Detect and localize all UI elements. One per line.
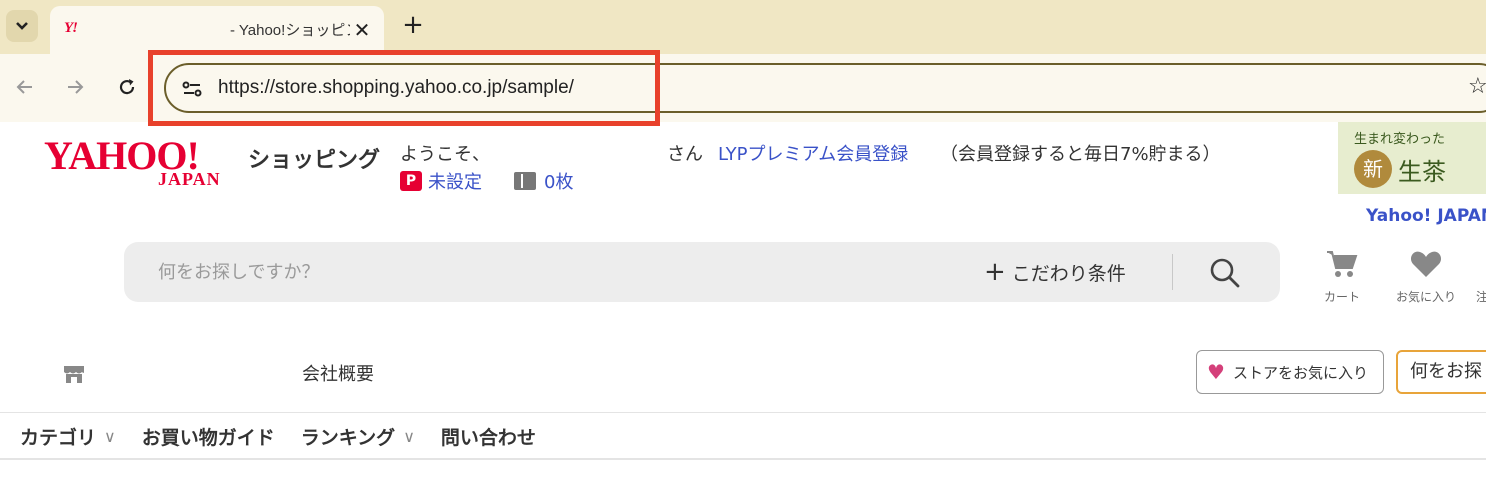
ad-badge: 新 — [1354, 150, 1392, 188]
new-tab-button[interactable]: + — [398, 10, 428, 40]
back-button[interactable] — [10, 72, 40, 102]
reload-button[interactable] — [112, 72, 142, 102]
chevron-down-icon: ∨ — [104, 426, 116, 446]
favorite-store-button[interactable]: ♥ ストアをお気に入り — [1196, 350, 1384, 394]
welcome-text: ようこそ、 — [400, 144, 490, 165]
search-input[interactable] — [158, 258, 918, 286]
favorites-button[interactable]: お気に入り — [1386, 248, 1466, 305]
divider — [0, 412, 1486, 413]
coupon-label[interactable]: 0枚 — [544, 168, 573, 194]
address-bar[interactable]: https://store.shopping.yahoo.co.jp/sampl… — [164, 63, 1486, 113]
yahoo-japan-link[interactable]: Yahoo! JAPAN — [1366, 206, 1486, 226]
premium-note: （会員登録すると毎日7%貯まる） — [940, 144, 1221, 165]
detailed-conditions-button[interactable]: + こだわり条件 — [984, 256, 1126, 288]
favorite-store-label: ストアをお気に入り — [1232, 363, 1368, 382]
store-icon[interactable] — [62, 364, 86, 384]
store-nav-label: 問い合わせ — [440, 426, 536, 449]
search-divider — [1172, 254, 1173, 290]
order-history-label[interactable]: 注 — [1476, 288, 1486, 305]
cart-label: カート — [1323, 290, 1360, 304]
site-settings-icon[interactable] — [180, 77, 204, 101]
heart-icon: ♥ — [1207, 360, 1225, 384]
logo-sub-text: JAPAN — [158, 169, 221, 189]
favorites-label: お気に入り — [1395, 290, 1456, 304]
detailed-conditions-label: こだわり条件 — [1011, 262, 1126, 285]
forward-button[interactable] — [60, 72, 90, 102]
plus-icon: + — [984, 257, 1006, 287]
browser-tab[interactable]: Y! - Yahoo!ショッピング ✕ — [50, 6, 384, 54]
yahoo-favicon-icon: Y! — [64, 20, 78, 36]
close-tab-icon[interactable]: ✕ — [348, 16, 376, 44]
store-nav-guide[interactable]: お買い物ガイド — [142, 423, 275, 450]
cart-button[interactable]: カート — [1318, 248, 1366, 305]
chevron-down-icon: ∨ — [403, 426, 415, 446]
paypay-icon: P — [400, 171, 422, 191]
url-text[interactable]: https://store.shopping.yahoo.co.jp/sampl… — [218, 77, 574, 99]
divider — [0, 458, 1486, 460]
cart-icon — [1327, 251, 1358, 277]
store-search-input[interactable]: 何をお探 — [1396, 350, 1486, 394]
coupon-status[interactable]: 0枚 — [514, 168, 573, 194]
shopping-logo-text[interactable]: ショッピング — [248, 142, 380, 174]
store-nav-category[interactable]: カテゴリ ∨ — [20, 423, 116, 450]
paypay-status[interactable]: P 未設定 — [400, 168, 482, 194]
back-arrow-icon — [16, 80, 32, 94]
ad-banner[interactable]: 生まれ変わった 新 生茶 — [1338, 122, 1486, 194]
store-nav-label: お買い物ガイド — [141, 426, 275, 449]
premium-signup-link[interactable]: LYPプレミアム会員登録 — [718, 140, 908, 166]
search-icon[interactable] — [1208, 256, 1242, 290]
store-nav-label: ランキング — [300, 426, 396, 449]
welcome-suffix: さん — [667, 144, 703, 165]
browser-toolbar: https://store.shopping.yahoo.co.jp/sampl… — [0, 54, 1486, 122]
ad-tagline: 生まれ変わった — [1354, 132, 1446, 147]
company-overview-link[interactable]: 会社概要 — [302, 360, 374, 386]
store-nav-contact[interactable]: 問い合わせ — [441, 423, 536, 450]
tab-strip: Y! - Yahoo!ショッピング ✕ + — [0, 0, 1486, 54]
yahoo-japan-logo[interactable]: YAHOO! JAPAN — [44, 136, 244, 192]
bookmark-star-icon[interactable]: ☆ — [1468, 74, 1486, 99]
heart-icon — [1410, 251, 1442, 277]
coupon-icon — [514, 172, 536, 190]
search-bar: + こだわり条件 — [124, 242, 1280, 302]
forward-arrow-icon — [68, 80, 84, 94]
store-nav-label: カテゴリ — [20, 426, 97, 449]
store-nav-ranking[interactable]: ランキング ∨ — [301, 423, 415, 450]
tab-title: - Yahoo!ショッピング — [230, 22, 350, 39]
tab-search-button[interactable] — [6, 10, 38, 42]
ad-product-name: 生茶 — [1398, 158, 1446, 186]
paypay-label[interactable]: 未設定 — [428, 168, 482, 194]
reload-icon — [119, 79, 135, 95]
store-nav: カテゴリ ∨ お買い物ガイド ランキング ∨ 問い合わせ — [20, 422, 562, 450]
chevron-down-icon — [16, 22, 28, 30]
